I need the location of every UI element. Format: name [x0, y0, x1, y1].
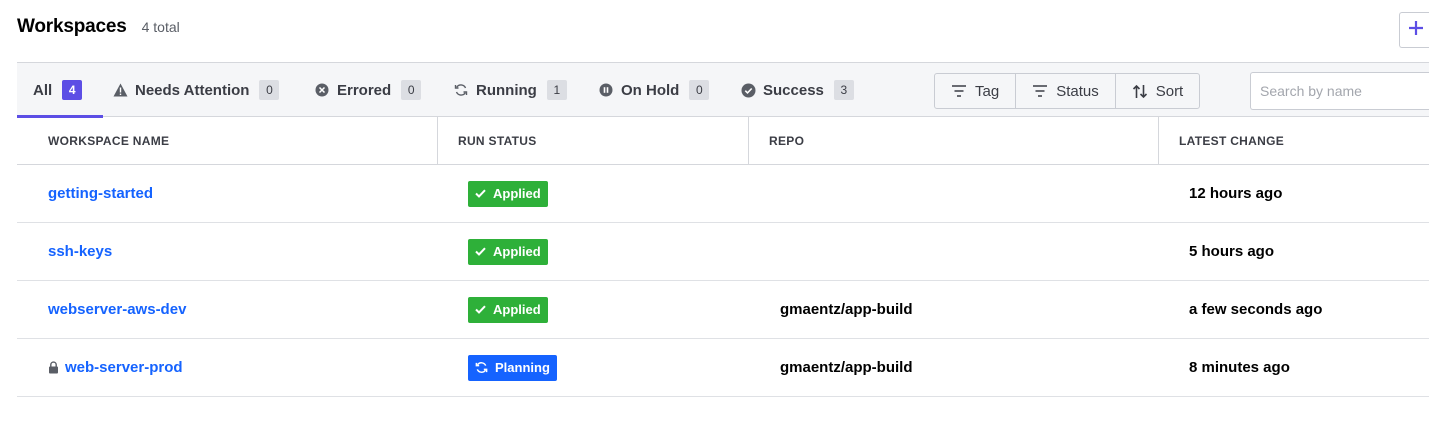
tab-on-hold[interactable]: On Hold 0 [598, 63, 710, 117]
running-icon [453, 82, 469, 98]
check-icon [475, 305, 486, 314]
tab-label: Errored [337, 81, 392, 99]
workspace-count: 4 total [141, 19, 180, 35]
sort-button[interactable]: Sort [1116, 74, 1200, 108]
workspace-link[interactable]: getting-started [48, 185, 153, 202]
workspace-link[interactable]: ssh-keys [48, 243, 112, 260]
table-row[interactable]: getting-started Applied 12 hours ago [17, 165, 1429, 223]
lock-icon [48, 361, 59, 374]
check-icon [475, 247, 486, 256]
tab-count-badge: 4 [62, 80, 83, 100]
tab-count-badge: 0 [689, 80, 710, 100]
status-label: Planning [495, 360, 550, 375]
column-header-run-status[interactable]: RUN STATUS [437, 117, 749, 164]
running-icon [475, 362, 488, 373]
tab-running[interactable]: Running 1 [453, 63, 567, 117]
table-row[interactable]: ssh-keys Applied 5 hours ago [17, 223, 1429, 281]
workspace-link[interactable]: web-server-prod [65, 359, 183, 376]
table-header: WORKSPACE NAME RUN STATUS REPO LATEST CH… [17, 117, 1429, 165]
workspace-link[interactable]: webserver-aws-dev [48, 301, 186, 318]
tab-errored[interactable]: Errored 0 [314, 63, 422, 117]
status-badge: Planning [468, 354, 557, 381]
tag-filter-label: Tag [975, 82, 1000, 100]
latest-change: 8 minutes ago [1189, 359, 1290, 376]
search-input[interactable] [1250, 72, 1429, 110]
status-badge: Applied [468, 180, 548, 207]
status-badge: Applied [468, 296, 548, 323]
error-icon [314, 82, 330, 98]
status-label: Applied [493, 186, 541, 201]
sort-icon [1132, 84, 1147, 98]
status-label: Applied [493, 244, 541, 259]
tab-count-badge: 0 [259, 80, 280, 100]
tab-success[interactable]: Success 3 [740, 63, 854, 117]
repo-cell: gmaentz/app-build [780, 359, 913, 376]
status-badge: Applied [468, 238, 548, 265]
tab-count-badge: 3 [833, 80, 854, 100]
new-workspace-button[interactable] [1399, 12, 1429, 48]
filter-button-group: Tag Status Sort [934, 73, 1201, 109]
tab-label: Success [763, 81, 824, 99]
check-icon [475, 189, 486, 198]
table-row[interactable]: web-server-prod Planning gmaentz/app-bui… [17, 339, 1429, 397]
page-header: Workspaces 4 total [17, 16, 180, 46]
tag-filter-button[interactable]: Tag [935, 74, 1017, 108]
tab-label: On Hold [621, 81, 680, 99]
tab-all[interactable]: All 4 [16, 63, 104, 118]
filter-icon [952, 85, 966, 97]
latest-change: a few seconds ago [1189, 301, 1323, 318]
table-row[interactable]: webserver-aws-dev Applied gmaentz/app-bu… [17, 281, 1429, 339]
filter-toolbar: All 4 Needs Attention 0 Errored 0 Runnin… [16, 62, 1429, 118]
status-label: Applied [493, 302, 541, 317]
page-title: Workspaces [17, 16, 127, 37]
tab-needs-attention[interactable]: Needs Attention 0 [112, 63, 280, 117]
filter-icon [1033, 85, 1048, 97]
status-filter-label: Status [1056, 82, 1099, 100]
column-header-workspace-name[interactable]: WORKSPACE NAME [17, 117, 438, 164]
latest-change: 5 hours ago [1189, 243, 1275, 260]
tab-label: Running [476, 81, 537, 99]
check-circle-icon [740, 82, 756, 98]
latest-change: 12 hours ago [1189, 185, 1283, 202]
status-filter-button[interactable]: Status [1016, 74, 1116, 108]
pause-icon [598, 82, 614, 98]
tab-count-badge: 1 [546, 80, 567, 100]
plus-icon [1407, 19, 1425, 42]
repo-cell: gmaentz/app-build [780, 301, 913, 318]
column-header-repo[interactable]: REPO [748, 117, 1159, 164]
column-header-latest-change[interactable]: LATEST CHANGE [1158, 117, 1429, 164]
warning-icon [112, 82, 128, 98]
sort-label: Sort [1155, 82, 1184, 100]
tab-label: All [33, 81, 53, 99]
tab-label: Needs Attention [135, 81, 250, 99]
tab-count-badge: 0 [401, 80, 422, 100]
